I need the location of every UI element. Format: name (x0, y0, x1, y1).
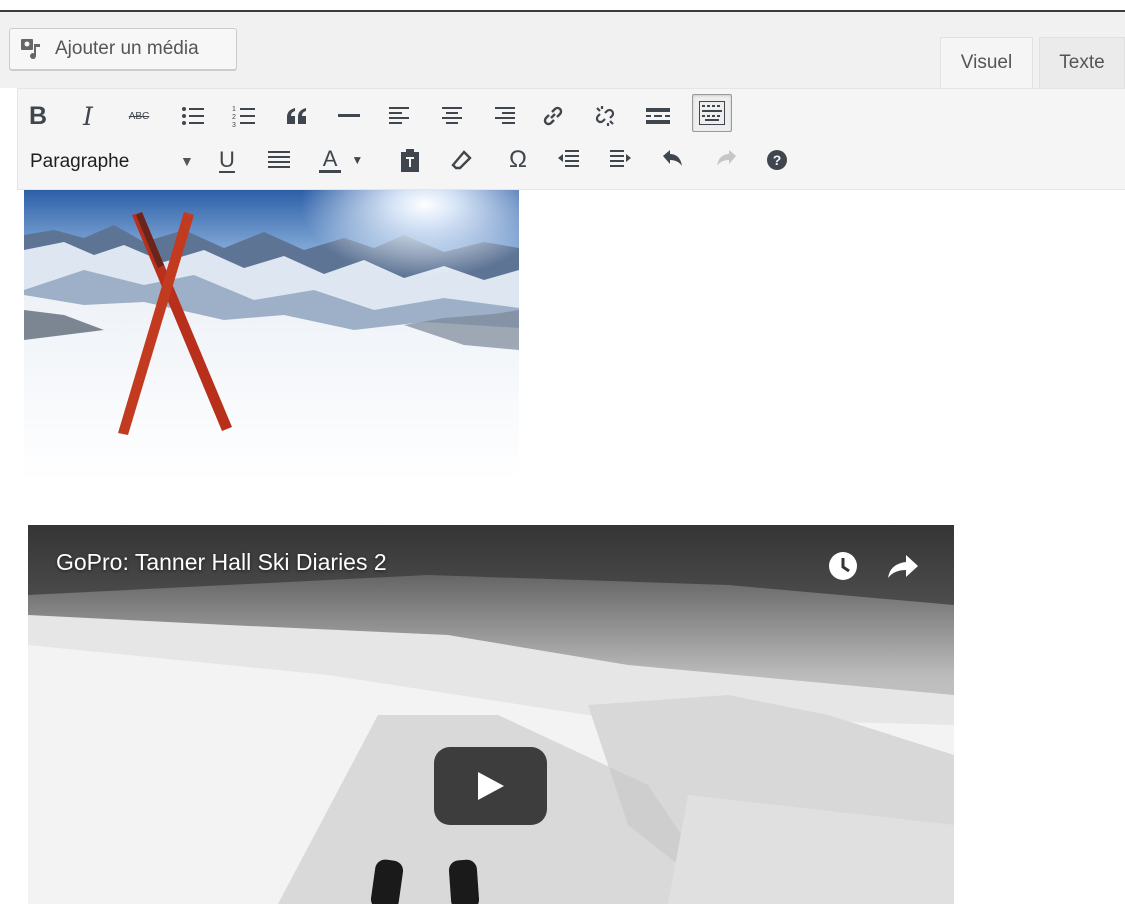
strikethrough-icon: ABC (128, 110, 150, 122)
read-more-icon (646, 108, 670, 124)
share-icon (888, 555, 918, 578)
italic-button[interactable]: I (70, 98, 106, 134)
justify-icon (268, 151, 290, 168)
align-right-icon (495, 107, 515, 124)
underline-button[interactable]: U (209, 142, 245, 178)
align-center-button[interactable] (434, 98, 470, 134)
text-color-icon: A (318, 147, 342, 173)
share-button[interactable] (886, 549, 920, 583)
read-more-button[interactable] (640, 98, 676, 134)
undo-button[interactable] (655, 142, 691, 178)
add-media-button[interactable]: Ajouter un média (9, 28, 237, 70)
clipboard-text-icon (401, 149, 419, 172)
omega-icon: Ω (509, 146, 527, 173)
text-color-button[interactable]: A ▼ (311, 142, 371, 178)
video-embed[interactable]: GoPro: Tanner Hall Ski Diaries 2 (28, 525, 954, 904)
keyboard-icon (699, 101, 725, 125)
eraser-icon (451, 150, 472, 170)
undo-icon (663, 150, 682, 166)
tab-visuel-label: Visuel (960, 52, 1013, 73)
svg-text:3: 3 (232, 122, 236, 128)
align-left-icon (389, 107, 409, 124)
blockquote-icon (287, 108, 306, 124)
tab-texte[interactable]: Texte (1039, 37, 1125, 88)
play-button[interactable] (434, 747, 547, 825)
align-right-button[interactable] (486, 98, 522, 134)
play-icon (477, 772, 504, 800)
horizontal-line-button[interactable] (331, 98, 367, 134)
clock-icon (829, 552, 857, 580)
tab-visuel[interactable]: Visuel (940, 37, 1033, 88)
svg-text:1: 1 (232, 106, 236, 113)
numbered-list-icon: 1 2 3 (232, 106, 255, 128)
watch-later-button[interactable] (826, 549, 860, 583)
blockquote-button[interactable] (279, 98, 315, 134)
italic-icon: I (83, 101, 93, 131)
underline-icon: U (219, 147, 235, 172)
format-select-value: Paragraphe (30, 151, 130, 172)
redo-icon (717, 150, 736, 166)
bulleted-list-icon (182, 107, 204, 125)
svg-text:?: ? (773, 152, 782, 168)
help-button[interactable]: ? (759, 142, 795, 178)
redo-button[interactable] (708, 142, 744, 178)
media-icon (21, 39, 40, 60)
justify-button[interactable] (261, 142, 297, 178)
help-icon: ? (767, 150, 787, 170)
format-select[interactable]: Paragraphe ▼ (30, 146, 198, 178)
toolbar-toggle-button[interactable] (692, 94, 732, 132)
remove-link-button[interactable] (587, 98, 623, 134)
link-icon (543, 106, 563, 126)
bulleted-list-button[interactable] (175, 98, 211, 134)
ski-image-graphic (24, 190, 519, 482)
outdent-icon (558, 150, 579, 167)
svg-text:2: 2 (232, 114, 236, 121)
special-character-button[interactable]: Ω (500, 142, 536, 178)
video-title: GoPro: Tanner Hall Ski Diaries 2 (56, 549, 387, 575)
tab-texte-label: Texte (1059, 52, 1105, 73)
indent-icon (610, 150, 631, 167)
unlink-icon (595, 106, 615, 126)
bold-button[interactable]: B (20, 98, 56, 134)
insert-link-button[interactable] (535, 98, 571, 134)
paste-as-text-button[interactable] (392, 142, 428, 178)
add-media-label: Ajouter un média (55, 38, 199, 59)
align-center-icon (442, 107, 462, 124)
horizontal-line-icon (338, 114, 360, 117)
ski-image[interactable] (24, 190, 519, 482)
clear-formatting-button[interactable] (444, 142, 480, 178)
chevron-down-icon: ▼ (180, 153, 194, 169)
numbered-list-button[interactable]: 1 2 3 (226, 98, 262, 134)
text-color-dropdown-icon: ▼ (351, 153, 364, 167)
increase-indent-button[interactable] (603, 142, 639, 178)
bold-icon: B (28, 101, 48, 130)
video-thumbnail (28, 525, 954, 904)
align-left-button[interactable] (382, 98, 418, 134)
strikethrough-button[interactable]: ABC (121, 98, 157, 134)
decrease-indent-button[interactable] (550, 142, 586, 178)
